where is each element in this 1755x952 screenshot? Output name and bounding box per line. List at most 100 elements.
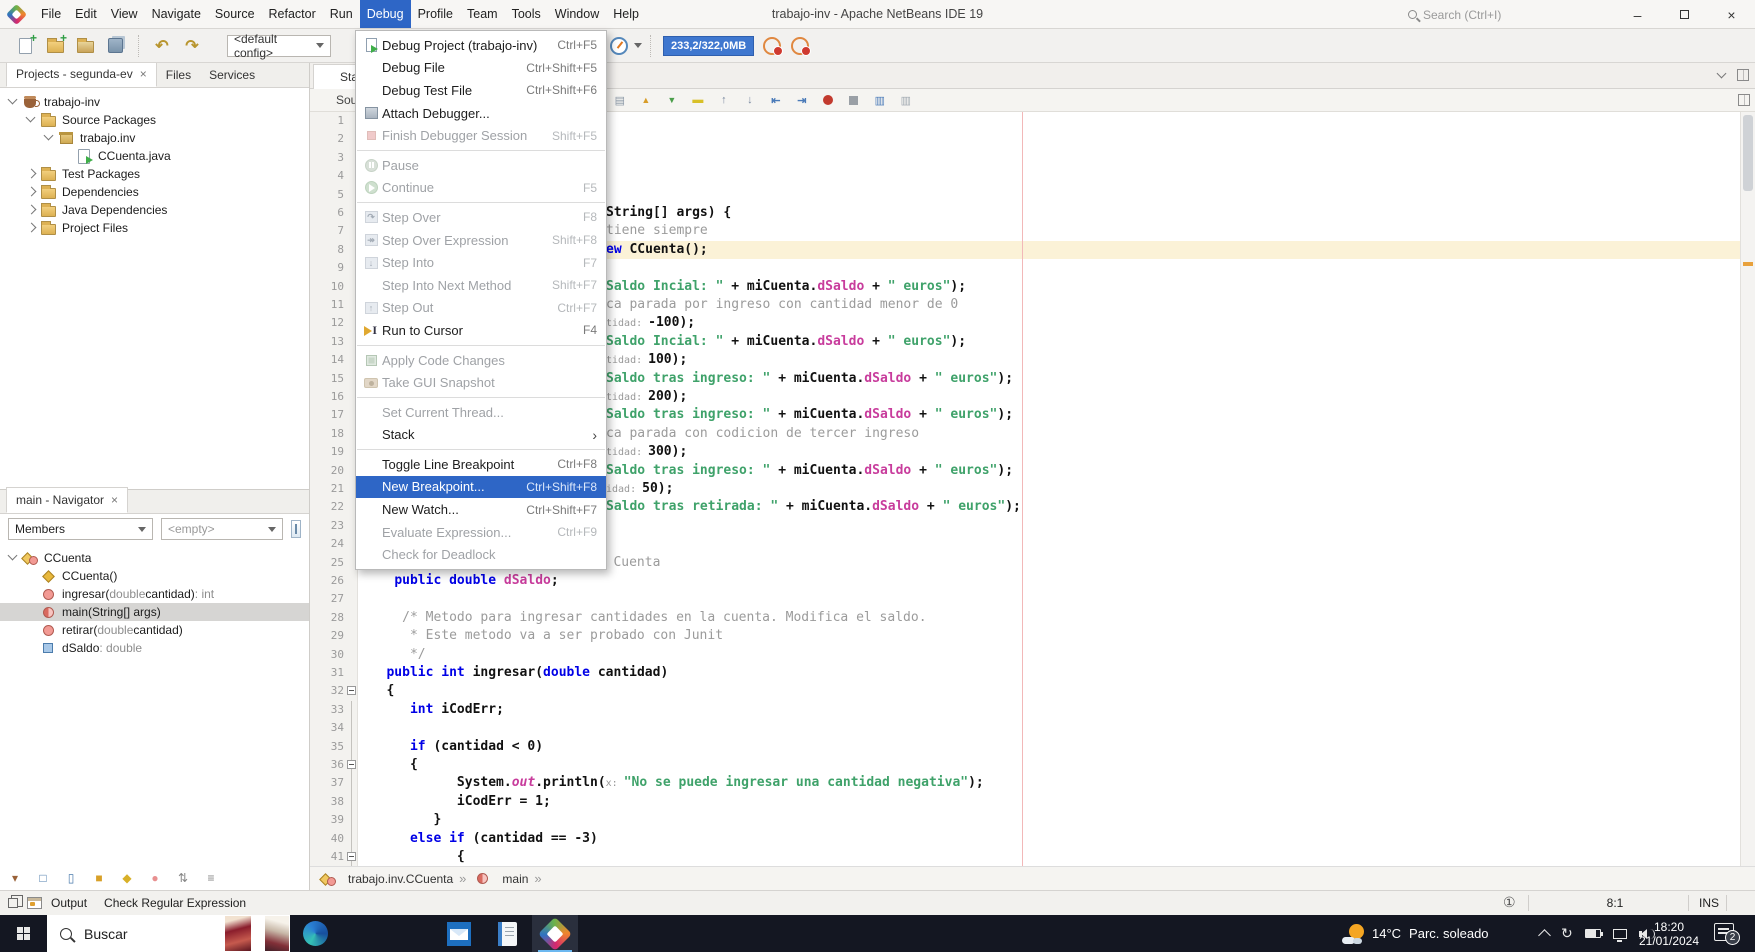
menu-item-toggle-line-breakpoint[interactable]: Toggle Line Breakpoint Ctrl+F8 <box>356 453 606 476</box>
menu-item-step-over-expression[interactable]: ↠ Step Over Expression Shift+F8 <box>356 229 606 252</box>
menu-team[interactable]: Team <box>460 0 505 28</box>
tree-item-test-packages[interactable]: Test Packages <box>0 165 309 183</box>
taskbar-app-microsoft-store[interactable] <box>388 915 434 952</box>
menu-item-new-watch[interactable]: New Watch... Ctrl+Shift+F7 <box>356 498 606 521</box>
ide-search-input[interactable]: Search (Ctrl+I) <box>1400 4 1555 25</box>
tree-item-dsaldo-double[interactable]: dSaldo : double <box>0 639 309 657</box>
menu-item-evaluate-expression[interactable]: Evaluate Expression... Ctrl+F9 <box>356 521 606 544</box>
output-window-icon[interactable] <box>27 897 42 909</box>
tree-item-ccuenta[interactable]: CCuenta() <box>0 567 309 585</box>
find-previous-icon[interactable] <box>637 92 654 109</box>
show-constructors-icon[interactable]: ◆ <box>118 869 136 887</box>
menu-item-run-to-cursor[interactable]: Run to CursorF4 <box>356 319 606 342</box>
sort-alpha-icon[interactable]: ⇅ <box>174 869 192 887</box>
taskbar-app-notepad[interactable] <box>484 915 530 952</box>
tree-item-dependencies[interactable]: Dependencies <box>0 183 309 201</box>
notification-bubble-icon[interactable]: ① <box>1503 894 1516 911</box>
redo-button[interactable]: ↷ <box>180 34 204 58</box>
menu-source[interactable]: Source <box>208 0 262 28</box>
previous-bookmark-icon[interactable] <box>715 92 732 109</box>
taskbar-app-netbeans[interactable] <box>532 915 578 952</box>
close-button[interactable]: × <box>1708 0 1755 29</box>
restore-window-icon[interactable] <box>8 895 23 908</box>
close-icon[interactable]: × <box>111 488 118 512</box>
menu-item-apply-code-changes[interactable]: Apply Code Changes <box>356 349 606 372</box>
show-non-public-icon[interactable]: ■ <box>90 869 108 887</box>
members-select[interactable]: Members <box>8 518 153 540</box>
save-all-button[interactable] <box>103 34 127 58</box>
tree-item-ccuenta[interactable]: CCuenta <box>0 549 309 567</box>
profile-dropdown-icon[interactable] <box>634 43 642 48</box>
tree-item-trabajo-inv[interactable]: trabajo-inv <box>0 93 309 111</box>
taskbar-search-input[interactable]: Buscar <box>47 915 290 952</box>
sync-icon[interactable]: ↻ <box>1561 925 1573 942</box>
toggle-highlight-icon[interactable] <box>689 92 706 109</box>
expander-icon[interactable] <box>24 203 38 217</box>
editor-split-icon[interactable] <box>1738 94 1750 106</box>
output-label[interactable]: Output <box>51 896 87 910</box>
menu-run[interactable]: Run <box>323 0 360 28</box>
tree-item-source-packages[interactable]: Source Packages <box>0 111 309 129</box>
comment-icon[interactable] <box>871 92 888 109</box>
next-bookmark-icon[interactable] <box>741 92 758 109</box>
editor-scrollbar[interactable] <box>1740 112 1755 866</box>
battery-icon[interactable] <box>1584 929 1603 938</box>
show-inherited-icon[interactable]: ▾ <box>6 869 24 887</box>
action-center-icon[interactable]: 2 <box>1714 923 1740 945</box>
menu-item-step-into-next-method[interactable]: Step Into Next Method Shift+F7 <box>356 274 606 297</box>
menu-file[interactable]: File <box>34 0 68 28</box>
shift-left-icon[interactable] <box>767 92 784 109</box>
open-project-button[interactable] <box>73 34 97 58</box>
menu-item-debug-test-file[interactable]: Debug Test File Ctrl+Shift+F6 <box>356 79 606 102</box>
breadcrumb-method[interactable]: main <box>502 872 528 886</box>
taskbar-weather[interactable]: 14°C Parc. soleado <box>1342 915 1489 952</box>
fold-collapse-icon[interactable] <box>347 760 356 769</box>
menu-debug[interactable]: Debug <box>359 0 411 28</box>
menu-item-debug-file[interactable]: Debug File Ctrl+Shift+F5 <box>356 57 606 80</box>
new-project-button[interactable]: + <box>43 32 67 58</box>
search-highlight-images[interactable] <box>213 916 289 951</box>
history-icon[interactable] <box>611 92 628 109</box>
reset-profile-results-icon[interactable] <box>763 36 784 56</box>
taskbar-clock[interactable]: 18:20 21/01/2024 <box>1633 915 1705 952</box>
tab-projects-segunda-ev[interactable]: Projects - segunda-ev × <box>6 61 157 87</box>
show-methods-icon[interactable]: ● <box>146 869 164 887</box>
menu-view[interactable]: View <box>104 0 145 28</box>
maximize-button[interactable] <box>1661 0 1708 29</box>
tab-services[interactable]: Services <box>200 63 264 87</box>
tray-expand-icon[interactable] <box>1538 929 1551 942</box>
taskbar-app-mail[interactable] <box>436 915 482 952</box>
menu-item-continue[interactable]: Continue F5 <box>356 177 606 200</box>
expander-icon[interactable] <box>24 185 38 199</box>
show-fields-icon[interactable]: □ <box>34 869 52 887</box>
tab-navigator[interactable]: main - Navigator × <box>6 487 129 513</box>
network-icon[interactable] <box>1612 928 1627 942</box>
maximize-editor-icon[interactable] <box>1737 69 1749 81</box>
expander-icon[interactable] <box>24 113 38 127</box>
filter-window-icon[interactable] <box>291 520 301 538</box>
stop-macro-icon[interactable] <box>845 92 862 109</box>
scrollbar-thumb[interactable] <box>1743 115 1753 191</box>
fold-collapse-icon[interactable] <box>347 852 356 861</box>
menu-navigate[interactable]: Navigate <box>145 0 208 28</box>
filter-select[interactable]: <empty> <box>161 518 283 540</box>
sort-source-icon[interactable]: ≡ <box>202 869 220 887</box>
menu-item-stack[interactable]: Stack › <box>356 424 606 447</box>
menu-item-step-out[interactable]: ↑ Step Out Ctrl+F7 <box>356 297 606 320</box>
find-next-icon[interactable] <box>663 92 680 109</box>
show-static-icon[interactable]: ▯ <box>62 869 80 887</box>
profile-points-icon[interactable] <box>791 36 812 56</box>
profile-project-button[interactable] <box>607 34 631 58</box>
menu-item-set-current-thread[interactable]: Set Current Thread... <box>356 401 606 424</box>
memory-indicator[interactable]: 233,2/322,0MB <box>663 35 755 56</box>
minimize-button[interactable]: – <box>1614 0 1661 29</box>
start-button[interactable] <box>0 915 47 952</box>
expander-icon[interactable] <box>24 167 38 181</box>
menu-item-check-for-deadlock[interactable]: Check for Deadlock <box>356 543 606 566</box>
expander-icon[interactable] <box>6 551 20 565</box>
expander-icon[interactable] <box>42 131 56 145</box>
config-select[interactable]: <default config> <box>227 32 331 60</box>
undo-button[interactable]: ↶ <box>150 34 174 58</box>
tree-item-ingresar-double-cantidad-int[interactable]: ingresar(double cantidad) : int <box>0 585 309 603</box>
expander-icon[interactable] <box>24 221 38 235</box>
